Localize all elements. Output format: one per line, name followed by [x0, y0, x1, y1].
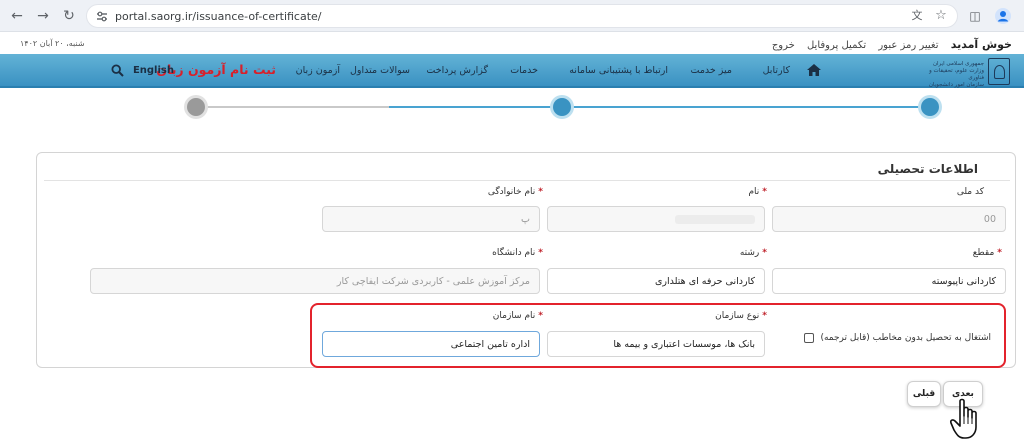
change-password-link[interactable]: تغییر رمز عبور	[878, 40, 938, 51]
logo-text: جمهوری اسلامی ایران وزارت علوم، تحقیقات …	[928, 61, 984, 88]
step-dot-1	[921, 98, 939, 116]
degree-select[interactable]: کاردانی ناپیوسته	[772, 268, 1006, 294]
national-code-label: کد ملی	[956, 187, 984, 197]
nav-item-exam-registration[interactable]: ثبت نام آزمون زبان	[156, 62, 276, 77]
logout-link[interactable]: خروج	[772, 40, 795, 51]
degree-label: *مقطع	[972, 248, 1002, 258]
org-name-input[interactable]: اداره تامین اجتماعی	[322, 331, 540, 357]
org-name-label: *نام سازمان	[492, 311, 543, 321]
employment-checkbox[interactable]	[804, 333, 814, 343]
step-dot-2	[553, 98, 571, 116]
main-nav: جمهوری اسلامی ایران وزارت علوم، تحقیقات …	[0, 54, 1024, 88]
site-logo[interactable]: جمهوری اسلامی ایران وزارت علوم، تحقیقات …	[918, 58, 1010, 88]
card-divider	[44, 180, 1010, 181]
home-icon[interactable]	[806, 63, 822, 77]
side-panel-icon[interactable]: ◫	[966, 7, 984, 25]
major-label: *رشته	[739, 248, 767, 258]
org-type-label: *نوع سازمان	[715, 311, 767, 321]
bookmark-star-icon[interactable]: ☆	[932, 7, 950, 25]
search-icon[interactable]	[111, 64, 124, 77]
hand-cursor-icon	[950, 398, 977, 439]
url-text: portal.saorg.ir/issuance-of-certificate/	[115, 10, 322, 23]
last-name-field: پ	[322, 206, 540, 232]
profile-avatar-icon[interactable]	[994, 7, 1012, 25]
nav-item-language-exam[interactable]: آزمون زبان	[296, 65, 340, 76]
card-title: اطلاعات تحصیلی	[877, 162, 978, 176]
site-settings-icon[interactable]	[96, 11, 108, 22]
last-name-label: *نام خانوادگی	[487, 187, 543, 197]
previous-button[interactable]: قبلی	[907, 381, 941, 407]
stepper-line-completed	[389, 106, 930, 108]
welcome-text: خوش آمدید	[950, 38, 1012, 51]
address-bar[interactable]: portal.saorg.ir/issuance-of-certificate/	[86, 4, 958, 28]
translate-icon[interactable]: 文	[908, 7, 926, 25]
browser-toolbar: ← → ↻ portal.saorg.ir/issuance-of-certif…	[0, 0, 1024, 32]
nav-item-service-desk[interactable]: میز خدمت	[691, 65, 733, 76]
english-language-link[interactable]: English	[133, 65, 174, 76]
nav-item-support[interactable]: ارتباط با پشتیبانی سامانه	[569, 65, 668, 76]
employment-checkbox-label[interactable]: اشتغال به تحصیل بدون مخاطب (قابل ترجمه)	[820, 333, 991, 343]
emblem-icon	[988, 58, 1010, 85]
nav-item-faq[interactable]: سوالات متداول	[350, 65, 410, 76]
stepper-line-pending	[196, 106, 389, 108]
complete-profile-link[interactable]: تکمیل پروفایل	[807, 40, 866, 51]
reload-icon[interactable]: ↻	[60, 7, 78, 25]
user-links: خوش آمدید تغییر رمز عبور تکمیل پروفایل خ…	[763, 38, 1012, 51]
university-label: *نام دانشگاه	[492, 248, 543, 258]
redacted-value	[675, 215, 755, 224]
back-arrow-icon[interactable]: ←	[8, 7, 26, 25]
nav-item-payment-report[interactable]: گزارش پرداخت	[426, 65, 488, 76]
nav-item-kartabl[interactable]: کارتابل	[763, 65, 790, 76]
current-date: شنبه، ۲۰ آبان ۱۴۰۲	[20, 39, 85, 48]
org-type-select[interactable]: بانک ها، موسسات اعتباری و بیمه ها	[547, 331, 765, 357]
step-dot-3	[187, 98, 205, 116]
major-field[interactable]: کاردانی حرفه ای هتلداری	[547, 268, 765, 294]
first-name-field	[547, 206, 765, 232]
nav-item-services[interactable]: خدمات	[510, 65, 538, 76]
first-name-label: *نام	[748, 187, 767, 197]
national-code-field: 00	[772, 206, 1006, 232]
forward-arrow-icon[interactable]: →	[34, 7, 52, 25]
university-field: مرکز آموزش علمی - کاربردی شرکت ایفاچی کا…	[90, 268, 540, 294]
